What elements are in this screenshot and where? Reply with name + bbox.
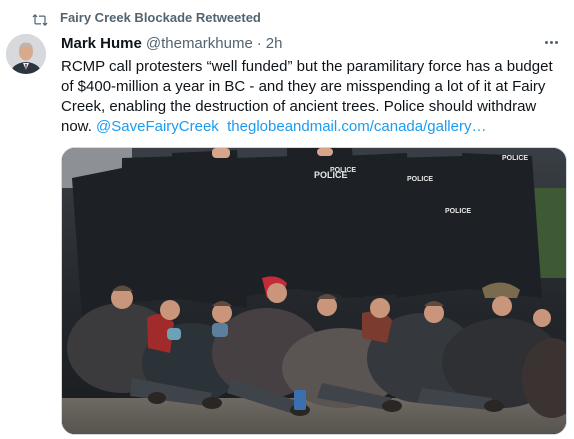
police-label-5: POLICE [407,176,433,183]
mention-link[interactable]: @SaveFairyCreek [96,118,219,135]
separator: · [256,35,262,52]
more-options-icon[interactable] [540,33,562,51]
author-handle[interactable]: @themarkhume [146,35,253,52]
author-name[interactable]: Mark Hume [61,35,142,52]
tweet-time[interactable]: 2h [266,35,283,52]
police-label-2: POLICE [502,155,528,162]
user-avatar[interactable] [6,34,46,74]
police-label-3: POLICE [330,167,356,174]
retweet-header[interactable]: Fairy Creek Blockade Retweeted [32,10,261,26]
retweet-label: Fairy Creek Blockade Retweeted [60,10,261,25]
police-label-4: POLICE [445,208,471,215]
retweet-icon [32,14,48,26]
tweet-media-photo[interactable]: POLICE POLICE POLICE POLICE POLICE [61,147,567,435]
article-link[interactable]: theglobeandmail.com/canada/gallery… [227,118,486,135]
tweet-body: RCMP call protesters “well funded” but t… [61,57,569,137]
tweet-header: Mark Hume @themarkhume · 2h [61,35,282,52]
